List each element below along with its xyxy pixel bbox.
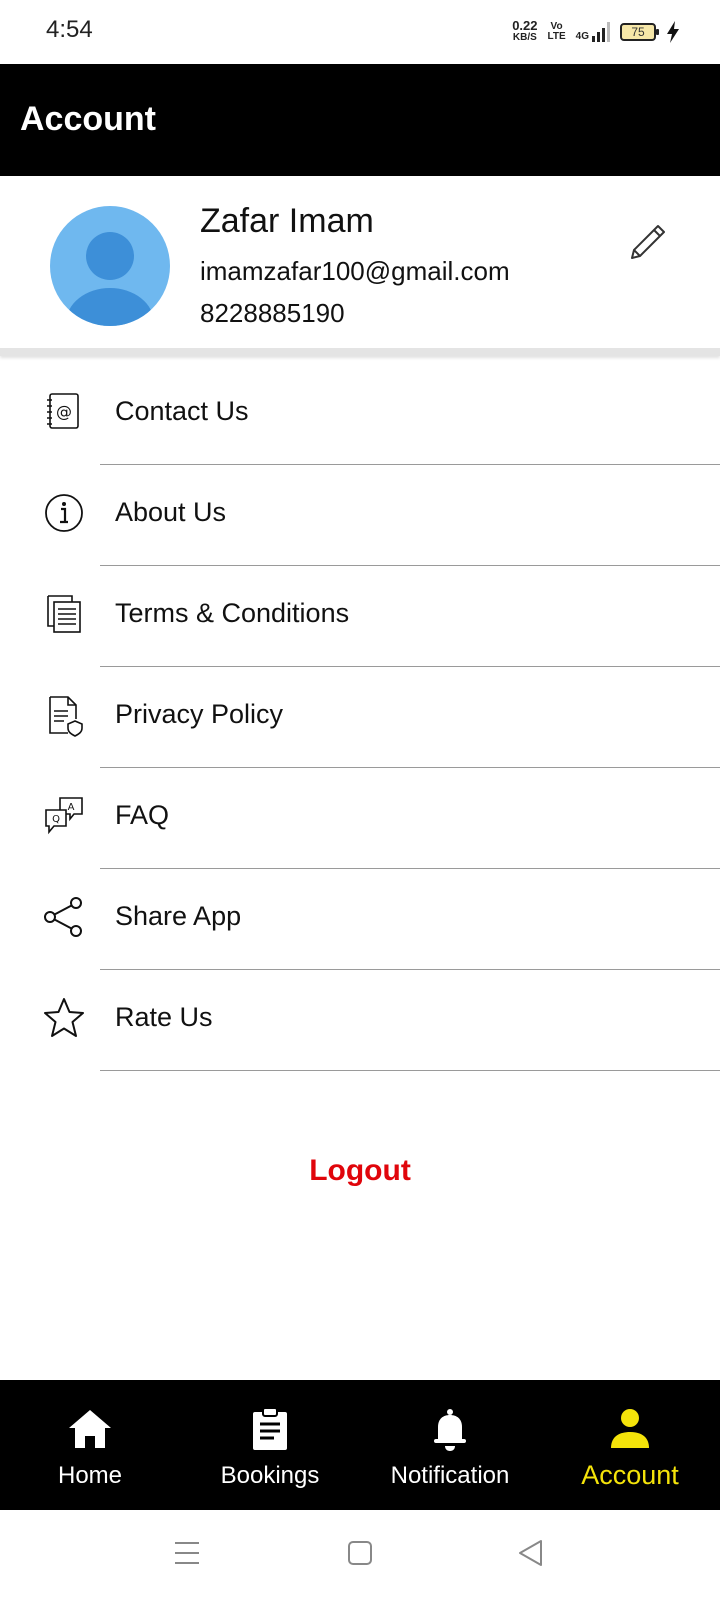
document-list-icon xyxy=(47,595,81,633)
home-icon xyxy=(69,1410,111,1448)
svg-text:A: A xyxy=(68,802,75,813)
divider xyxy=(100,1070,720,1071)
volte-indicator: Vo LTE xyxy=(548,22,566,42)
app-header: Account xyxy=(0,64,720,176)
nav-label: Bookings xyxy=(220,1462,320,1489)
qa-bubbles-icon: A Q xyxy=(45,797,83,835)
star-icon xyxy=(44,998,84,1037)
menu-label: About Us xyxy=(115,497,227,527)
page-title: Account xyxy=(20,100,156,138)
user-icon xyxy=(611,1409,649,1448)
bell-icon xyxy=(434,1409,466,1451)
network-type: 4G xyxy=(575,31,589,42)
bottom-navigation: Home Bookings Notification Account xyxy=(0,1380,720,1510)
profile-email: imamzafar100@gmail.com xyxy=(200,256,510,286)
clipboard-icon xyxy=(253,1407,287,1450)
menu-item-faq[interactable]: A Q FAQ xyxy=(0,768,720,869)
profile-phone: 8228885190 xyxy=(200,298,345,328)
nav-item-home[interactable]: Home xyxy=(0,1380,180,1510)
menu-item-about-us[interactable]: About Us xyxy=(0,465,720,566)
nav-item-bookings[interactable]: Bookings xyxy=(180,1380,360,1510)
status-time: 4:54 xyxy=(46,16,93,43)
signal-indicator: 4G xyxy=(576,22,610,42)
volte-bottom: LTE xyxy=(547,31,566,42)
logout-button[interactable]: Logout xyxy=(0,1154,720,1188)
status-bar: 4:54 0.22 KB/S Vo LTE 4G 75 xyxy=(0,0,720,64)
document-shield-icon xyxy=(49,696,83,737)
info-icon xyxy=(45,494,83,532)
battery-icon: 75 xyxy=(620,23,659,41)
network-speed-value: 0.22 xyxy=(512,18,538,33)
menu-label: FAQ xyxy=(115,800,170,830)
svg-text:@: @ xyxy=(56,402,72,421)
charging-bolt-icon xyxy=(667,21,679,43)
svg-text:Q: Q xyxy=(52,814,60,825)
network-speed-unit: KB/S xyxy=(512,32,537,43)
system-navigation-bar xyxy=(0,1510,720,1600)
network-speed: 0.22 KB/S xyxy=(512,18,538,44)
back-triangle-icon[interactable] xyxy=(516,1538,546,1568)
logout-section: Logout xyxy=(0,1072,720,1247)
profile-name: Zafar Imam xyxy=(200,202,374,240)
share-icon xyxy=(44,897,82,937)
nav-label: Notification xyxy=(390,1462,510,1489)
account-menu: @ Contact Us About Us Terms & Conditions xyxy=(0,364,720,1071)
profile-card: Zafar Imam imamzafar100@gmail.com 822888… xyxy=(0,176,720,356)
nav-label: Account xyxy=(581,1460,679,1490)
status-indicators: 0.22 KB/S Vo LTE 4G 75 xyxy=(512,16,680,48)
menu-item-share-app[interactable]: Share App xyxy=(0,869,720,970)
menu-label: Contact Us xyxy=(115,396,249,426)
menu-item-privacy-policy[interactable]: Privacy Policy xyxy=(0,667,720,768)
menu-item-rate-us[interactable]: Rate Us xyxy=(0,970,720,1071)
menu-label: Rate Us xyxy=(115,1002,213,1032)
nav-item-notification[interactable]: Notification xyxy=(360,1380,540,1510)
square-icon[interactable] xyxy=(345,1538,375,1568)
menu-label: Privacy Policy xyxy=(115,699,284,729)
menu-label: Terms & Conditions xyxy=(115,598,350,628)
signal-bars-icon xyxy=(592,22,610,42)
menu-item-terms-conditions[interactable]: Terms & Conditions xyxy=(0,566,720,667)
pencil-icon[interactable] xyxy=(624,220,670,266)
menu-item-contact-us[interactable]: @ Contact Us xyxy=(0,364,720,465)
contact-book-icon: @ xyxy=(47,393,79,429)
menu-lines-icon[interactable] xyxy=(172,1538,202,1568)
nav-item-account[interactable]: Account xyxy=(540,1380,720,1510)
avatar xyxy=(50,206,170,326)
menu-label: Share App xyxy=(115,901,242,931)
nav-label: Home xyxy=(57,1462,123,1489)
